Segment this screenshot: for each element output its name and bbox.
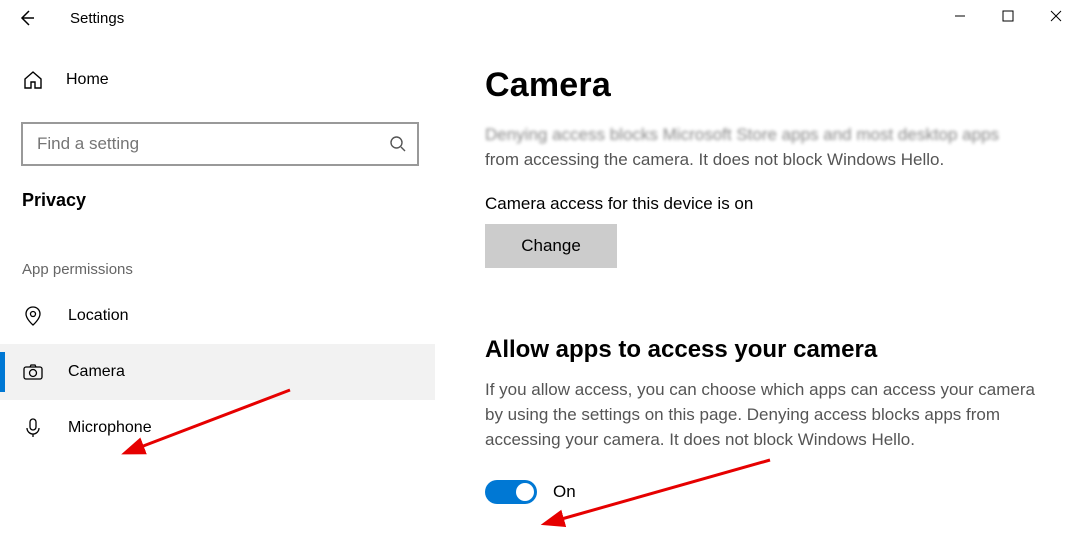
search-field[interactable] [21, 122, 419, 166]
camera-access-status: Camera access for this device is on [485, 194, 1056, 214]
search-icon [389, 135, 407, 153]
sidebar-item-label: Microphone [68, 419, 152, 437]
back-button[interactable] [10, 1, 44, 35]
minimize-button[interactable] [936, 0, 984, 32]
sidebar-item-label: Location [68, 307, 129, 325]
back-arrow-icon [18, 9, 36, 27]
allow-apps-desc: If you allow access, you can choose whic… [485, 378, 1056, 452]
titlebar: Settings [0, 0, 1080, 36]
sidebar-item-label: Camera [68, 363, 125, 381]
toggle-knob [516, 483, 534, 501]
desc-text-line2: from accessing the camera. It does not b… [485, 148, 1056, 173]
home-label: Home [66, 71, 109, 89]
home-icon [22, 69, 44, 91]
camera-icon [22, 361, 44, 383]
search-input[interactable] [37, 134, 389, 154]
group-header-app-permissions: App permissions [0, 211, 435, 288]
home-nav[interactable]: Home [0, 56, 435, 104]
content-pane: Camera Denying access blocks Microsoft S… [455, 36, 1080, 549]
section-header-privacy: Privacy [0, 166, 435, 211]
sidebar-item-camera[interactable]: Camera [0, 344, 435, 400]
sidebar-item-microphone[interactable]: Microphone [0, 400, 435, 456]
blurred-text-line1: Denying access blocks Microsoft Store ap… [485, 123, 1056, 148]
toggle-label: On [553, 482, 576, 502]
allow-apps-toggle[interactable] [485, 480, 537, 504]
window-controls [936, 0, 1080, 32]
microphone-icon [22, 417, 44, 439]
sidebar-item-location[interactable]: Location [0, 288, 435, 344]
change-button[interactable]: Change [485, 224, 617, 268]
location-icon [22, 305, 44, 327]
maximize-button[interactable] [984, 0, 1032, 32]
allow-apps-toggle-row: On [485, 480, 1056, 504]
allow-apps-title: Allow apps to access your camera [485, 336, 1056, 364]
window-title: Settings [70, 10, 124, 27]
sidebar: Home Privacy App permissions Location Ca… [0, 36, 435, 549]
close-button[interactable] [1032, 0, 1080, 32]
page-title: Camera [485, 66, 1056, 105]
